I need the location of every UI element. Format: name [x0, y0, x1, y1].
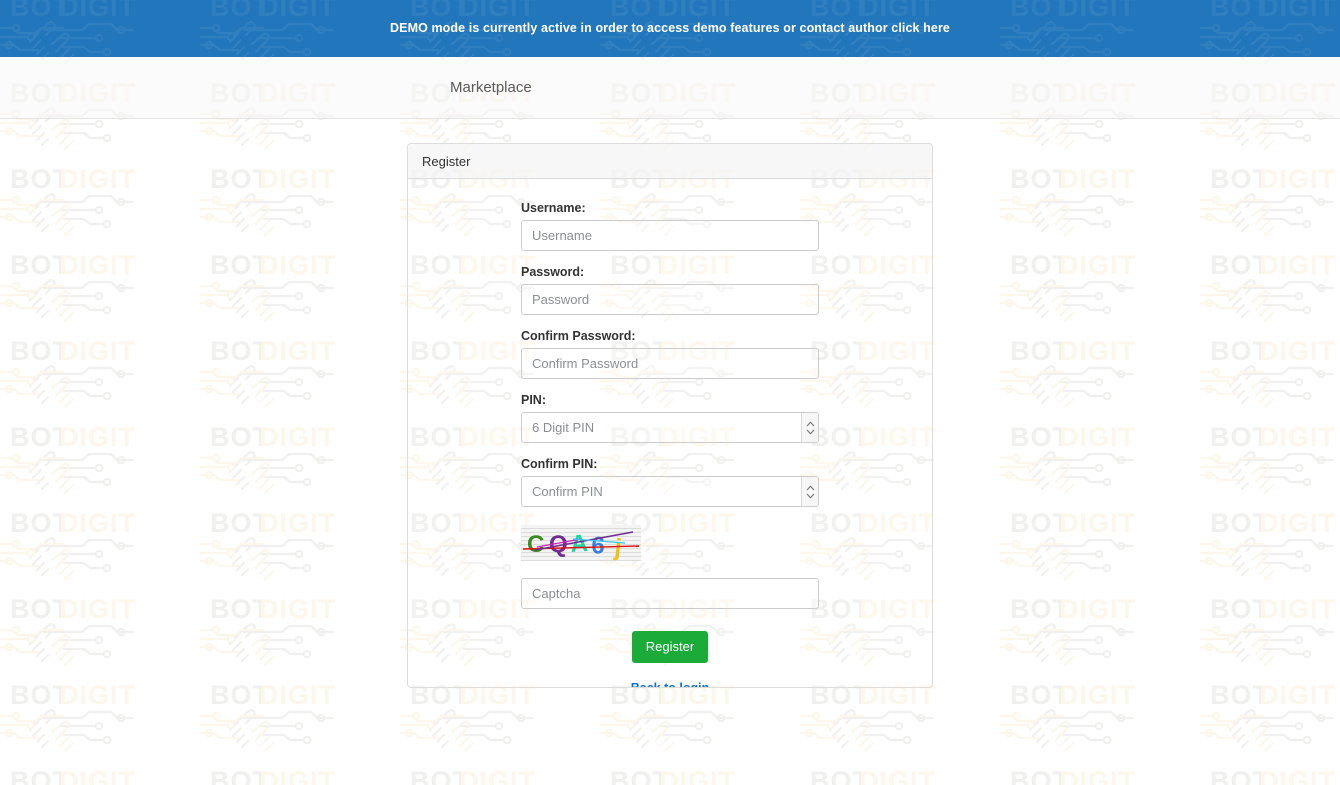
- field-group-confirm-pin: Confirm PIN:: [423, 457, 917, 507]
- demo-banner-text[interactable]: DEMO mode is currently active in order t…: [0, 0, 1340, 57]
- label-username: Username:: [521, 201, 586, 215]
- pin-stepper[interactable]: [801, 413, 818, 442]
- confirm-pin-stepper[interactable]: [801, 477, 818, 506]
- captcha-glyphs: CQA6j: [522, 530, 640, 561]
- chevron-up-icon: [806, 420, 814, 426]
- top-navbar: Marketplace: [0, 57, 1340, 119]
- svg-text:A: A: [570, 530, 589, 558]
- captcha-image: CQA6j: [521, 525, 641, 561]
- password-input[interactable]: [521, 284, 819, 315]
- chevron-down-icon: [806, 429, 814, 435]
- label-pin: PIN:: [521, 393, 546, 407]
- back-to-login-link[interactable]: Back to login: [423, 681, 917, 687]
- panel-title: Register: [408, 144, 932, 179]
- label-confirm-pin: Confirm PIN:: [521, 457, 598, 471]
- chevron-down-icon: [806, 493, 814, 499]
- confirm-password-input[interactable]: [521, 348, 819, 379]
- username-input[interactable]: [521, 220, 819, 251]
- confirm-pin-input[interactable]: [521, 476, 819, 507]
- register-panel: Register Username: Password: Confirm Pas…: [407, 143, 933, 688]
- field-group-password: Password:: [423, 265, 917, 315]
- field-group-username: Username:: [423, 201, 917, 251]
- svg-text:C: C: [527, 531, 544, 558]
- svg-text:j: j: [612, 534, 622, 561]
- register-form: Username: Password: Confirm Password: PI…: [408, 179, 932, 687]
- chevron-up-icon: [806, 484, 814, 490]
- field-group-pin: PIN:: [423, 393, 917, 443]
- label-confirm-password: Confirm Password:: [521, 329, 636, 343]
- pin-input[interactable]: [521, 412, 819, 443]
- captcha-input[interactable]: [521, 578, 819, 609]
- svg-text:6: 6: [591, 532, 606, 560]
- navbar-brand-marketplace[interactable]: Marketplace: [450, 57, 532, 118]
- demo-mode-banner: DEMO mode is currently active in order t…: [0, 0, 1340, 57]
- field-group-confirm-password: Confirm Password:: [423, 329, 917, 379]
- register-button[interactable]: Register: [631, 631, 709, 663]
- label-password: Password:: [521, 265, 585, 279]
